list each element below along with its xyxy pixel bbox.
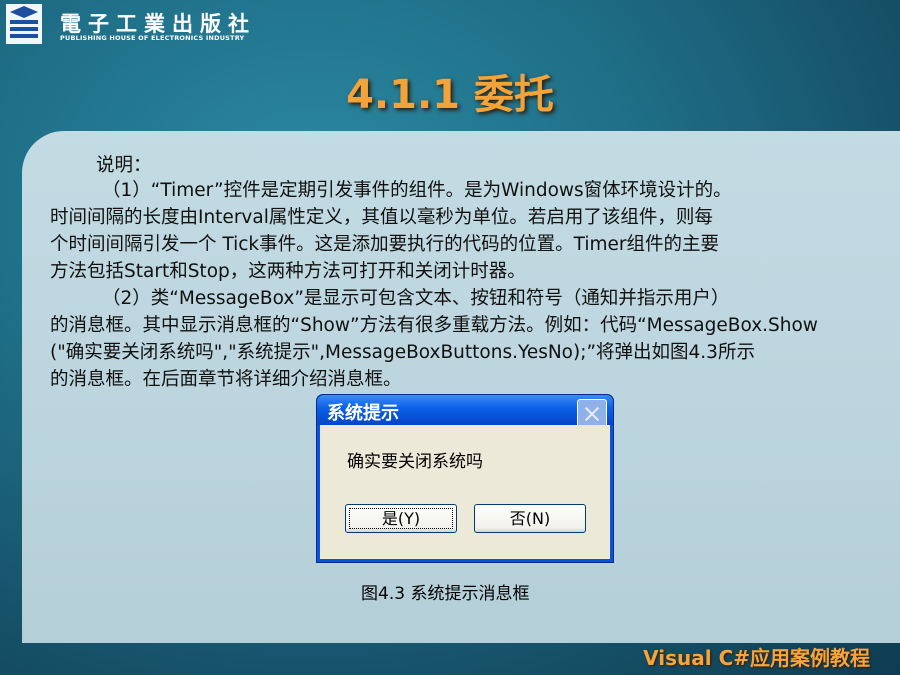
publisher-logo bbox=[6, 4, 42, 44]
figure-caption: 图4.3 系统提示消息框 bbox=[361, 584, 530, 604]
no-button-label: 否(N) bbox=[509, 509, 551, 528]
yes-button[interactable]: 是(Y) bbox=[345, 504, 457, 533]
text-line-8: ("确实要关闭系统吗","系统提示",MessageBoxButtons.Yes… bbox=[50, 342, 755, 363]
text-line-3: 时间间隔的长度由Interval属性定义，其值以毫秒为单位。若启用了该组件，则每 bbox=[50, 207, 713, 228]
text-line-1: 说明： bbox=[96, 155, 152, 176]
dialog-message: 确实要关闭系统吗 bbox=[347, 452, 483, 472]
footer-course-title: Visual C#应用案例教程 bbox=[643, 646, 870, 670]
slide-title: 4.1.1 委托 bbox=[346, 72, 554, 118]
text-line-2: （1）“Timer”控件是定期引发事件的组件。是为Windows窗体环境设计的。 bbox=[102, 180, 732, 201]
dialog-title-bar[interactable]: 系统提示 bbox=[317, 395, 613, 429]
text-line-4: 个时间间隔引发一个 Tick事件。这是添加要执行的代码的位置。Timer组件的主… bbox=[50, 234, 720, 255]
text-line-6: （2）类“MessageBox”是显示可包含文本、按钮和符号（通知并指示用户） bbox=[102, 288, 730, 309]
text-line-7: 的消息框。其中显示消息框的“Show”方法有很多重载方法。例如：代码“Messa… bbox=[50, 315, 818, 336]
focus-rect bbox=[349, 508, 453, 529]
dialog-title: 系统提示 bbox=[327, 403, 399, 424]
text-line-5: 方法包括Start和Stop，这两种方法可打开和关闭计时器。 bbox=[50, 261, 526, 282]
content-panel: 说明： （1）“Timer”控件是定期引发事件的组件。是为Windows窗体环境… bbox=[22, 131, 900, 643]
text-line-9: 的消息框。在后面章节将详细介绍消息框。 bbox=[50, 369, 402, 390]
dialog-body: 确实要关闭系统吗 是(Y) 否(N) bbox=[320, 425, 610, 559]
messagebox-dialog: 系统提示 确实要关闭系统吗 是(Y) 否(N) bbox=[316, 394, 614, 563]
publisher-name-en: PUBLISHING HOUSE OF ELECTRONICS INDUSTRY bbox=[60, 34, 245, 42]
no-button[interactable]: 否(N) bbox=[474, 504, 586, 533]
